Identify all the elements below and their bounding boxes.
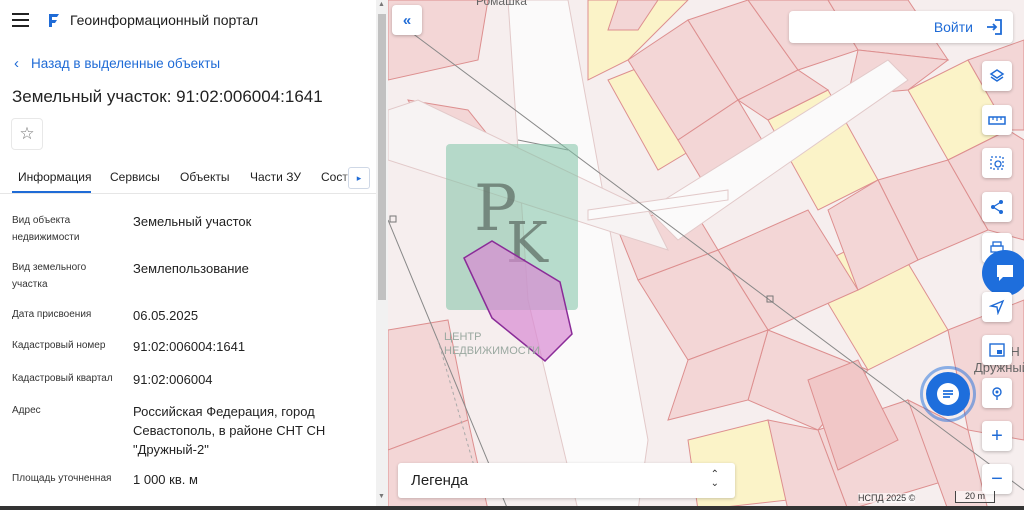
select-area-button[interactable]: [982, 148, 1012, 178]
field-label: Кадастровый номер: [12, 340, 106, 351]
watermark-text-line2: НЕДВИЖИМОСТИ: [444, 345, 540, 357]
chat-bubble-icon: [997, 265, 1013, 281]
minimap-button[interactable]: [982, 335, 1012, 365]
field-label: Кадастровый квартал: [12, 373, 113, 384]
menu-icon[interactable]: [12, 13, 29, 27]
info-panel: Геоинформационный портал ‹ Назад в выдел…: [0, 0, 376, 510]
watermark-text-line1: ЦЕНТР: [444, 331, 482, 343]
login-label: Войти: [933, 19, 973, 35]
zoom-out-button[interactable]: −: [982, 464, 1012, 494]
panel-scrollbar[interactable]: ▲ ▼: [376, 0, 388, 510]
field-value[interactable]: 91:02:006004:1641: [133, 337, 358, 356]
field-label: Дата присвоения: [12, 309, 92, 320]
chat-widget-tab[interactable]: [982, 250, 1024, 296]
field-label: Вид земельного участка: [12, 262, 87, 290]
active-tab-indicator: [12, 191, 91, 193]
login-button[interactable]: Войти: [789, 11, 1013, 43]
navigate-icon: [989, 299, 1005, 315]
message-icon: [937, 383, 959, 405]
tab-bar: Информация Сервисы Объекты Части ЗУ Сост…: [0, 161, 376, 194]
measure-button[interactable]: [982, 105, 1012, 135]
portal-logo-icon: [49, 14, 59, 27]
cadastral-basemap: P K: [388, 0, 1024, 510]
minimap-icon: [989, 343, 1005, 357]
field-value: Земельный участок: [133, 214, 252, 229]
scrollbar-thumb[interactable]: [378, 14, 386, 300]
double-chevron-left-icon: «: [402, 11, 412, 29]
map-scale-bar: 20 m: [955, 491, 995, 503]
favorite-button[interactable]: ☆: [11, 118, 43, 150]
location-button[interactable]: [982, 378, 1012, 408]
back-to-selected-link[interactable]: ‹ Назад в выделенные объекты: [14, 55, 220, 72]
collapse-panel-button[interactable]: «: [392, 5, 422, 35]
field-label: Адрес: [12, 405, 41, 416]
zoom-in-icon: +: [991, 424, 1003, 447]
navigate-button[interactable]: [982, 292, 1012, 322]
app-title: Геоинформационный портал: [70, 12, 259, 28]
field-label: Вид объекта недвижимости: [12, 215, 80, 243]
back-link-label: Назад в выделенные объекты: [31, 56, 221, 71]
field-value: Землепользование: [133, 261, 249, 276]
object-title: Земельный участок: 91:02:006004:1641: [12, 87, 323, 106]
location-icon: [992, 387, 1002, 400]
tab-services[interactable]: Сервисы: [110, 170, 160, 184]
field-value[interactable]: 91:02:006004: [133, 370, 358, 389]
share-icon: [991, 200, 1003, 214]
zoom-out-icon: −: [991, 467, 1003, 490]
tab-information[interactable]: Информация: [18, 170, 91, 184]
tab-objects[interactable]: Объекты: [180, 170, 230, 184]
map-place-label: Ромашка: [476, 0, 527, 8]
login-icon: [987, 19, 1002, 35]
star-icon: ☆: [19, 124, 35, 143]
map-view[interactable]: P K Ромашка ЦЕНТР НЕДВИЖИМОСТИ С СН Друж…: [388, 0, 1024, 510]
scroll-up-arrow-icon[interactable]: ▲: [378, 1, 385, 8]
layers-button[interactable]: [982, 61, 1012, 91]
zoom-in-button[interactable]: +: [982, 421, 1012, 451]
ruler-icon: [988, 116, 1006, 125]
expand-toggle-icon: ⌃ ⌄: [710, 469, 719, 489]
caret-right-icon: ▸: [356, 172, 362, 183]
tabs-scroll-right-button[interactable]: ▸: [348, 167, 370, 189]
select-area-icon: [990, 156, 1004, 170]
field-label: Площадь уточненная: [12, 473, 112, 484]
chevron-left-icon: ‹: [14, 55, 19, 72]
share-button[interactable]: [982, 192, 1012, 222]
field-value: 06.05.2025: [133, 308, 199, 323]
field-value: Российская Федерация, город Севастополь,…: [133, 404, 326, 457]
chat-button[interactable]: [920, 366, 976, 422]
tab-parcel-parts[interactable]: Части ЗУ: [250, 170, 301, 184]
scroll-down-arrow-icon[interactable]: ▼: [378, 493, 385, 500]
field-value: 1 000 кв. м: [133, 472, 198, 487]
taskbar-edge: [0, 506, 1024, 510]
legend-label: Легенда: [411, 472, 469, 489]
map-copyright: НСПД 2025 ©: [858, 493, 916, 503]
legend-select[interactable]: Легенда ⌃ ⌄: [398, 463, 735, 498]
app-root: Геоинформационный портал ‹ Назад в выдел…: [0, 0, 1024, 510]
layers-icon: [989, 69, 1005, 82]
top-bar: Геоинформационный портал: [0, 0, 376, 42]
